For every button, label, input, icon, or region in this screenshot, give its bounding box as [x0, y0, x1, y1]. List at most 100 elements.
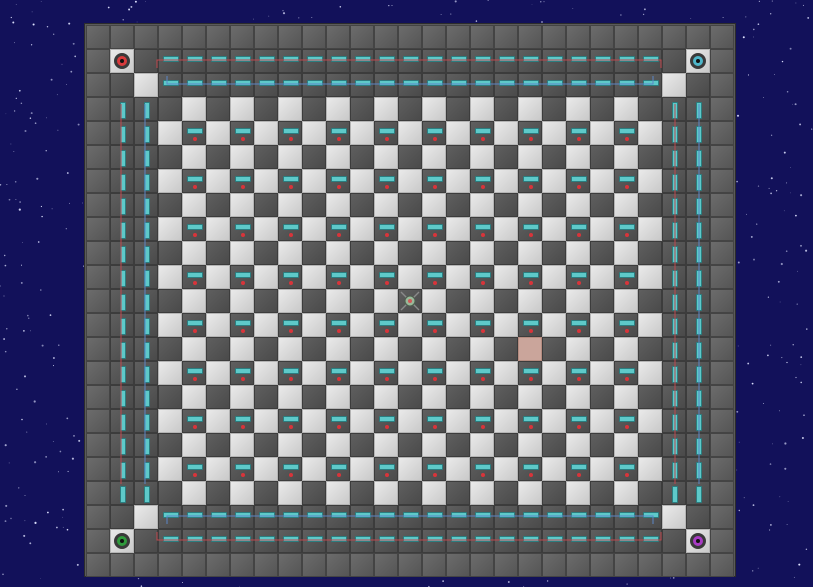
floor-tile[interactable]: [350, 193, 374, 217]
conduit-tile[interactable]: [686, 457, 710, 481]
floor-tile[interactable]: [614, 481, 638, 505]
floor-tile[interactable]: [350, 217, 374, 241]
floor-tile[interactable]: [302, 265, 326, 289]
floor-tile[interactable]: [422, 265, 446, 289]
conduit-tile[interactable]: [422, 49, 446, 73]
floor-tile[interactable]: [614, 145, 638, 169]
floor-tile[interactable]: [422, 385, 446, 409]
floor-tile[interactable]: [182, 289, 206, 313]
floor-tile[interactable]: [350, 313, 374, 337]
floor-tile[interactable]: [446, 145, 470, 169]
conduit-tile[interactable]: [662, 385, 686, 409]
conduit-tile[interactable]: [302, 49, 326, 73]
floor-tile[interactable]: [206, 169, 230, 193]
conduit-tile[interactable]: [374, 49, 398, 73]
floor-tile[interactable]: [278, 457, 302, 481]
floor-tile[interactable]: [182, 433, 206, 457]
floor-tile[interactable]: [326, 409, 350, 433]
conduit-tile[interactable]: [566, 73, 590, 97]
floor-tile[interactable]: [422, 289, 446, 313]
conduit-tile[interactable]: [110, 145, 134, 169]
floor-tile[interactable]: [134, 49, 158, 73]
floor-tile[interactable]: [590, 481, 614, 505]
floor-tile[interactable]: [638, 409, 662, 433]
floor-tile[interactable]: [542, 457, 566, 481]
conduit-tile[interactable]: [566, 529, 590, 553]
conduit-tile[interactable]: [158, 73, 182, 97]
floor-tile[interactable]: [446, 313, 470, 337]
conduit-tile[interactable]: [614, 49, 638, 73]
floor-tile[interactable]: [470, 409, 494, 433]
floor-tile[interactable]: [614, 337, 638, 361]
floor-tile[interactable]: [206, 409, 230, 433]
floor-tile[interactable]: [662, 73, 686, 97]
conduit-tile[interactable]: [278, 505, 302, 529]
floor-tile[interactable]: [278, 97, 302, 121]
floor-tile[interactable]: [302, 121, 326, 145]
floor-tile[interactable]: [134, 73, 158, 97]
floor-tile[interactable]: [326, 217, 350, 241]
conduit-tile[interactable]: [398, 73, 422, 97]
conduit-tile[interactable]: [134, 313, 158, 337]
floor-tile[interactable]: [374, 313, 398, 337]
floor-tile[interactable]: [302, 97, 326, 121]
floor-tile[interactable]: [398, 337, 422, 361]
conduit-tile[interactable]: [494, 73, 518, 97]
floor-tile[interactable]: [374, 481, 398, 505]
floor-tile[interactable]: [350, 481, 374, 505]
floor-tile[interactable]: [566, 145, 590, 169]
floor-tile[interactable]: [614, 217, 638, 241]
floor-tile[interactable]: [566, 457, 590, 481]
floor-tile[interactable]: [542, 337, 566, 361]
floor-tile[interactable]: [446, 265, 470, 289]
floor-tile[interactable]: [326, 289, 350, 313]
conduit-tile[interactable]: [518, 529, 542, 553]
floor-tile[interactable]: [302, 241, 326, 265]
floor-tile[interactable]: [518, 217, 542, 241]
conduit-tile[interactable]: [470, 505, 494, 529]
floor-tile[interactable]: [278, 313, 302, 337]
floor-tile[interactable]: [614, 409, 638, 433]
floor-tile[interactable]: [398, 481, 422, 505]
floor-tile[interactable]: [518, 265, 542, 289]
floor-tile[interactable]: [638, 457, 662, 481]
floor-tile[interactable]: [374, 361, 398, 385]
floor-tile[interactable]: [302, 169, 326, 193]
conduit-tile[interactable]: [182, 505, 206, 529]
floor-tile[interactable]: [326, 97, 350, 121]
floor-tile[interactable]: [134, 505, 158, 529]
conduit-tile[interactable]: [134, 289, 158, 313]
floor-tile[interactable]: [638, 241, 662, 265]
floor-tile[interactable]: [326, 193, 350, 217]
floor-tile[interactable]: [470, 97, 494, 121]
floor-tile[interactable]: [374, 265, 398, 289]
floor-tile[interactable]: [614, 241, 638, 265]
floor-tile[interactable]: [398, 145, 422, 169]
floor-tile[interactable]: [326, 265, 350, 289]
floor-tile[interactable]: [494, 97, 518, 121]
floor-tile[interactable]: [302, 361, 326, 385]
floor-tile[interactable]: [254, 481, 278, 505]
player-token-icon[interactable]: [399, 290, 421, 312]
floor-tile[interactable]: [446, 97, 470, 121]
floor-tile[interactable]: [614, 121, 638, 145]
floor-tile[interactable]: [638, 433, 662, 457]
conduit-tile[interactable]: [182, 49, 206, 73]
floor-tile[interactable]: [470, 169, 494, 193]
conduit-tile[interactable]: [134, 97, 158, 121]
floor-tile[interactable]: [470, 313, 494, 337]
conduit-tile[interactable]: [350, 529, 374, 553]
floor-tile[interactable]: [254, 361, 278, 385]
conduit-tile[interactable]: [662, 193, 686, 217]
floor-tile[interactable]: [638, 361, 662, 385]
conduit-tile[interactable]: [494, 529, 518, 553]
conduit-tile[interactable]: [158, 529, 182, 553]
conduit-tile[interactable]: [686, 481, 710, 505]
conduit-tile[interactable]: [686, 217, 710, 241]
floor-tile[interactable]: [254, 385, 278, 409]
floor-tile[interactable]: [398, 241, 422, 265]
conduit-tile[interactable]: [542, 73, 566, 97]
floor-tile[interactable]: [542, 289, 566, 313]
conduit-tile[interactable]: [686, 313, 710, 337]
floor-tile[interactable]: [638, 481, 662, 505]
